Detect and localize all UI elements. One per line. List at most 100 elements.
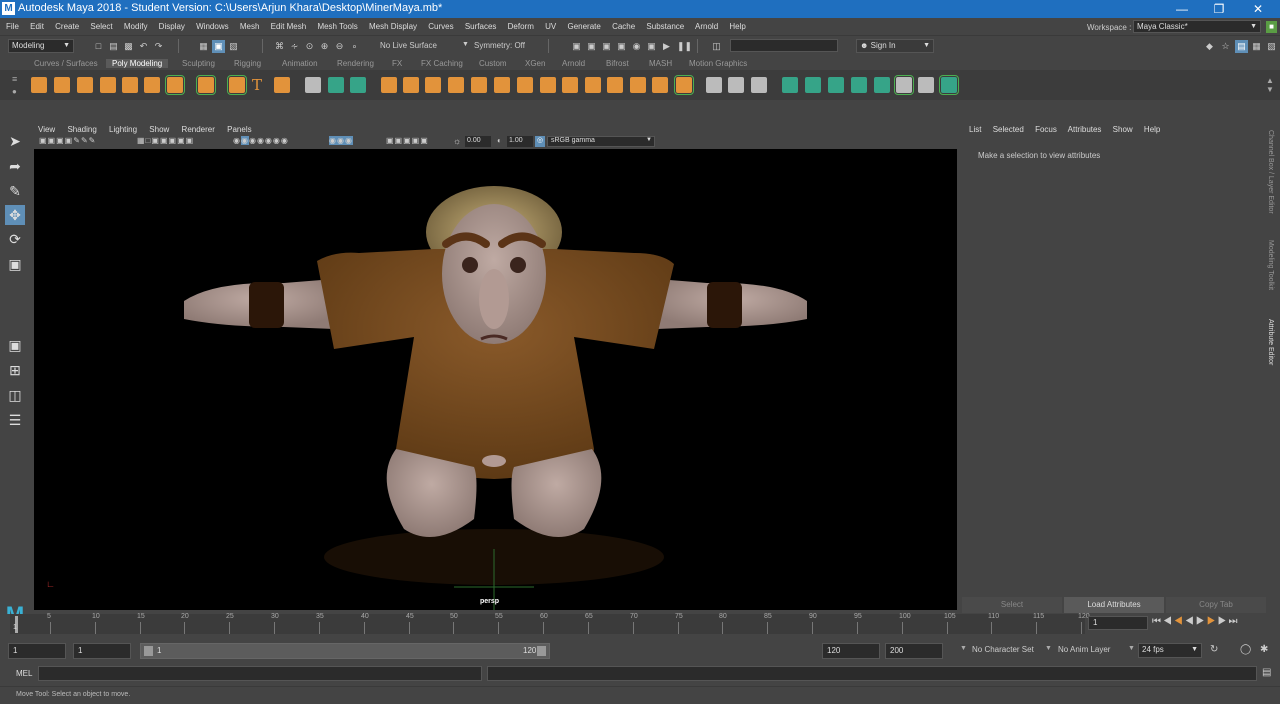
- snap-grid-icon[interactable]: ⌘: [273, 40, 286, 53]
- mel-label[interactable]: MEL: [16, 669, 32, 678]
- chevron-down-icon[interactable]: ▼: [1045, 645, 1052, 652]
- bool-difference-icon[interactable]: [674, 75, 694, 95]
- multi-cut-icon[interactable]: [540, 77, 556, 93]
- tab-attribute-editor[interactable]: Attribute Editor: [1267, 319, 1274, 365]
- menu-mesh[interactable]: Mesh: [240, 22, 260, 31]
- mirror-icon[interactable]: [585, 77, 601, 93]
- shelf-tab-fx-caching[interactable]: FX Caching: [421, 59, 463, 68]
- new-scene-icon[interactable]: □: [92, 40, 105, 53]
- fill-hole-icon[interactable]: [471, 77, 487, 93]
- quick-input-field[interactable]: [730, 39, 838, 52]
- animation-end-field[interactable]: 200: [885, 643, 943, 659]
- shelf-scroll-icon[interactable]: ▲ ▼: [1266, 76, 1274, 94]
- menu-file[interactable]: File: [6, 22, 19, 31]
- render-frame-icon[interactable]: ▣: [570, 40, 583, 53]
- attr-menu-selected[interactable]: Selected: [993, 125, 1024, 134]
- human-ik-icon[interactable]: ☆: [1219, 40, 1232, 53]
- range-end-handle[interactable]: [537, 646, 546, 656]
- camera-tools-icon[interactable]: ▣▣▣▣✎✎✎: [39, 136, 96, 145]
- persp-outliner-icon[interactable]: ◫: [5, 385, 25, 405]
- playback-start-field[interactable]: 1: [73, 643, 131, 659]
- shelf-tab-arnold[interactable]: Arnold: [562, 59, 585, 68]
- bridge-icon[interactable]: [403, 77, 419, 93]
- attr-menu-focus[interactable]: Focus: [1035, 125, 1057, 134]
- bool-union-icon[interactable]: [652, 77, 668, 93]
- svg-icon[interactable]: [274, 77, 290, 93]
- character-set-label[interactable]: No Character Set: [972, 645, 1034, 654]
- menu-curves[interactable]: Curves: [428, 22, 453, 31]
- fps-dropdown[interactable]: 24 fps ▼: [1138, 643, 1202, 658]
- attr-menu-show[interactable]: Show: [1113, 125, 1133, 134]
- shelf-menu-icon[interactable]: ≡: [12, 74, 17, 84]
- shelf-tab-fx[interactable]: FX: [392, 59, 402, 68]
- shading-mode-icon[interactable]: ◉◉◉◉◉◉◉: [233, 136, 289, 145]
- render-settings-icon[interactable]: ▣: [615, 40, 628, 53]
- shelf-tab-xgen[interactable]: XGen: [525, 59, 545, 68]
- menu-surfaces[interactable]: Surfaces: [465, 22, 497, 31]
- shelf-tab-motion-graphics[interactable]: Motion Graphics: [689, 59, 747, 68]
- viewport-menu-lighting[interactable]: Lighting: [109, 125, 137, 134]
- menu-windows[interactable]: Windows: [196, 22, 228, 31]
- tool-settings-icon[interactable]: ▦: [1250, 40, 1263, 53]
- exposure-field[interactable]: 0.00: [465, 136, 491, 147]
- tab-channel-box[interactable]: Channel Box / Layer Editor: [1267, 130, 1274, 214]
- menu-mesh-display[interactable]: Mesh Display: [369, 22, 417, 31]
- poly-cube-icon[interactable]: [54, 77, 70, 93]
- gamma-field[interactable]: 1.00: [507, 136, 533, 147]
- attr-menu-list[interactable]: List: [969, 125, 981, 134]
- anim-layer-label[interactable]: No Anim Layer: [1058, 645, 1110, 654]
- move-tool-icon[interactable]: ✥: [5, 205, 25, 225]
- go-to-end-icon[interactable]: ⏭: [1229, 616, 1240, 627]
- sign-in-button[interactable]: ☻ Sign In ▼: [856, 39, 934, 53]
- shelf-tab-rigging[interactable]: Rigging: [234, 59, 261, 68]
- paint-select-tool-icon[interactable]: ✎: [5, 181, 25, 201]
- attr-menu-help[interactable]: Help: [1144, 125, 1160, 134]
- chevron-down-icon[interactable]: ▼: [960, 645, 967, 652]
- merge-icon[interactable]: [494, 77, 510, 93]
- menu-create[interactable]: Create: [55, 22, 79, 31]
- render-view-icon[interactable]: ▣: [645, 40, 658, 53]
- current-frame-field[interactable]: 1: [1088, 616, 1148, 630]
- snap-surface-icon[interactable]: ⊖: [333, 40, 346, 53]
- menu-select[interactable]: Select: [90, 22, 112, 31]
- poly-sphere-icon[interactable]: [31, 77, 47, 93]
- extract-icon[interactable]: [630, 77, 646, 93]
- planar-uv-icon[interactable]: [751, 77, 767, 93]
- shelf-tab-mash[interactable]: MASH: [649, 59, 672, 68]
- hypershade-icon[interactable]: ◉: [630, 40, 643, 53]
- menu-display[interactable]: Display: [159, 22, 185, 31]
- menu-help[interactable]: Help: [729, 22, 745, 31]
- pause-icon[interactable]: ❚❚: [677, 40, 692, 53]
- extrude-icon[interactable]: [381, 77, 397, 93]
- menu-substance[interactable]: Substance: [646, 22, 684, 31]
- range-start-handle[interactable]: [144, 646, 153, 656]
- scale-tool-icon[interactable]: ▣: [5, 254, 25, 274]
- save-scene-icon[interactable]: ▩: [122, 40, 135, 53]
- viewport-menu-renderer[interactable]: Renderer: [182, 125, 215, 134]
- shelf-tab-animation[interactable]: Animation: [282, 59, 318, 68]
- step-back-key-icon[interactable]: ◀: [1174, 616, 1185, 627]
- maximize-icon[interactable]: ❐: [1204, 1, 1234, 17]
- checker-icon[interactable]: [894, 75, 914, 95]
- close-icon[interactable]: ✕: [1243, 1, 1273, 17]
- playback-end-field[interactable]: 120: [822, 643, 880, 659]
- poly-type-icon[interactable]: T: [252, 77, 268, 93]
- minimize-icon[interactable]: —: [1167, 1, 1197, 17]
- menu-set-dropdown[interactable]: Modeling ▼: [8, 39, 74, 53]
- select-button[interactable]: Select: [962, 597, 1062, 613]
- shelf-settings-icon[interactable]: ●: [12, 87, 17, 96]
- menu-deform[interactable]: Deform: [508, 22, 534, 31]
- attr-menu-attributes[interactable]: Attributes: [1068, 125, 1102, 134]
- menu-modify[interactable]: Modify: [124, 22, 148, 31]
- arnold-render-icon[interactable]: ▶: [660, 40, 673, 53]
- separate-icon[interactable]: [328, 77, 344, 93]
- time-slider-track[interactable]: 1 5 10 15 20 25 30 35 40 45 50 55 60 65 70 75 80 85 90 95 1…: [10, 613, 1090, 634]
- harden-edge-icon[interactable]: [805, 77, 821, 93]
- viewport-menu-view[interactable]: View: [38, 125, 55, 134]
- snap-live-icon[interactable]: ∘: [348, 40, 361, 53]
- viewport-menu-panels[interactable]: Panels: [227, 125, 251, 134]
- cleanup-icon[interactable]: [939, 75, 959, 95]
- chevron-down-icon[interactable]: ▼: [462, 41, 469, 48]
- snap-together-icon[interactable]: [918, 77, 934, 93]
- menu-cache[interactable]: Cache: [612, 22, 635, 31]
